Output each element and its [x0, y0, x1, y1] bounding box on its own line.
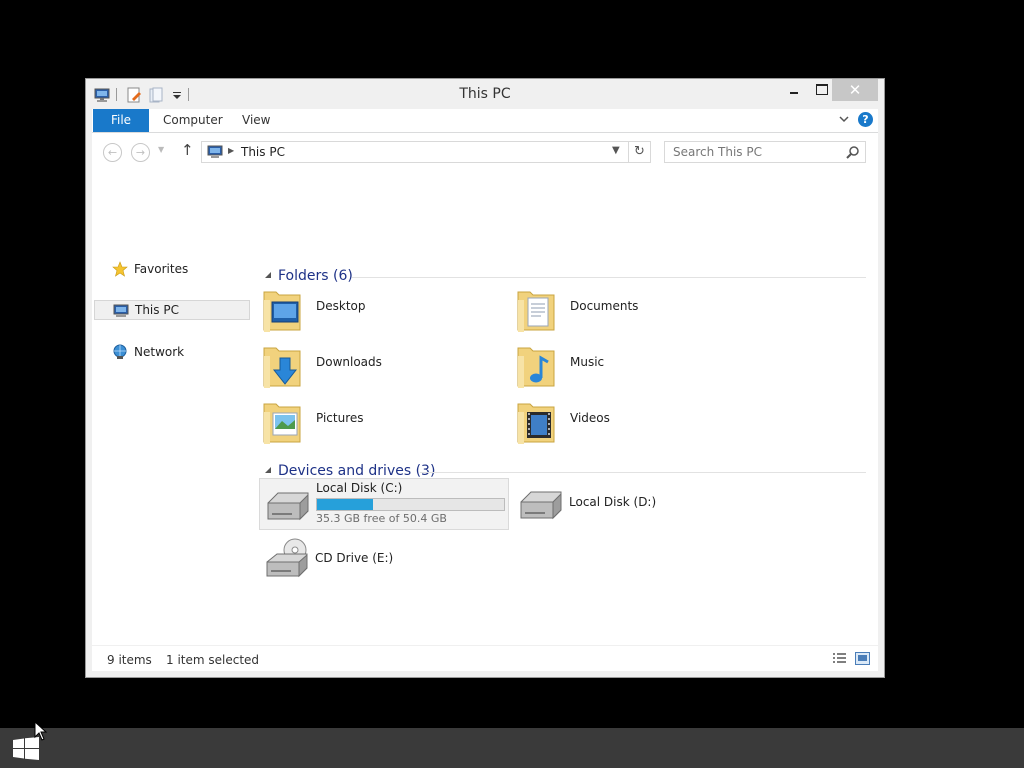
computer-icon [113, 304, 129, 317]
folder-label: Videos [570, 411, 610, 425]
tab-file[interactable]: File [93, 109, 149, 132]
window-title: This PC [459, 86, 511, 102]
forward-button[interactable]: → [131, 143, 150, 162]
folder-label: Desktop [316, 299, 366, 313]
folder-label: Pictures [316, 411, 364, 425]
breadcrumb-separator-icon[interactable]: ▶ [228, 146, 234, 155]
folder-tile-music[interactable]: Music [508, 340, 748, 390]
disk-usage-fill [317, 499, 374, 510]
folder-label: Downloads [316, 355, 382, 369]
help-icon[interactable]: ? [858, 112, 873, 127]
title-bar[interactable]: This PC ✕ [86, 79, 884, 109]
up-arrow-icon[interactable]: ↑ [181, 141, 194, 159]
ribbon: File Computer View ? [92, 109, 878, 133]
hard-disk-icon [520, 491, 562, 520]
tab-view[interactable]: View [242, 109, 270, 132]
disk-free-space: 35.3 GB free of 50.4 GB [316, 512, 447, 525]
sidebar-item-label: Network [134, 345, 185, 359]
folder-tile-documents[interactable]: Documents [508, 284, 748, 334]
refresh-button[interactable]: ↻ [628, 142, 650, 162]
refresh-icon: ↻ [634, 144, 645, 159]
star-icon [112, 261, 128, 277]
mouse-cursor-icon [34, 721, 48, 741]
expand-ribbon-icon[interactable] [838, 113, 850, 125]
sidebar-item-this-pc[interactable]: This PC [94, 300, 250, 320]
large-icons-view-icon[interactable] [855, 652, 870, 665]
forward-arrow-icon: → [135, 146, 146, 159]
address-dropdown-icon[interactable]: ▼ [612, 145, 620, 156]
search-input[interactable]: Search This PC [664, 141, 866, 163]
group-divider [352, 277, 866, 278]
navigation-pane: Favorites This PC Network [92, 171, 252, 645]
downloads-folder-icon [263, 347, 301, 388]
sidebar-item-network[interactable]: Network [94, 342, 250, 362]
selection-count: 1 item selected [166, 653, 260, 667]
drive-label: CD Drive (E:) [315, 551, 394, 565]
tab-computer[interactable]: Computer [163, 109, 223, 132]
folder-label: Documents [570, 299, 639, 313]
main-pane: Folders (6) Desktop Documents Downloads … [254, 171, 878, 645]
address-bar[interactable]: ▶ This PC ▼ ↻ [201, 141, 651, 163]
folder-label: Music [570, 355, 605, 369]
minimize-button[interactable] [780, 79, 808, 101]
search-placeholder: Search This PC [673, 145, 762, 159]
hard-disk-icon [267, 492, 309, 521]
status-bar: 9 items 1 item selected [92, 645, 878, 671]
collapse-arrow-icon[interactable] [265, 467, 271, 473]
taskbar [0, 728, 1024, 768]
drive-label: Local Disk (C:) [316, 481, 403, 495]
collapse-arrow-icon[interactable] [265, 272, 271, 278]
drive-label: Local Disk (D:) [569, 495, 657, 509]
back-button[interactable]: ← [103, 143, 122, 162]
drive-tile-c[interactable]: Local Disk (C:) 35.3 GB free of 50.4 GB [259, 478, 509, 530]
music-folder-icon [517, 347, 555, 388]
folder-tile-downloads[interactable]: Downloads [254, 340, 494, 390]
close-button[interactable]: ✕ [832, 79, 878, 101]
sidebar-item-label: Favorites [134, 262, 189, 276]
folder-tile-videos[interactable]: Videos [508, 396, 748, 446]
content-area: Favorites This PC Network Folders (6) De… [92, 171, 878, 645]
sidebar-item-favorites[interactable]: Favorites [94, 259, 250, 279]
drive-tile-d[interactable]: Local Disk (D:) [513, 478, 763, 530]
maximize-button[interactable] [808, 79, 834, 101]
pictures-folder-icon [263, 403, 301, 444]
back-arrow-icon: ← [107, 146, 118, 159]
details-view-icon[interactable] [832, 652, 847, 665]
navigation-bar: ← → ▼ ↑ ▶ This PC ▼ ↻ Search This PC [92, 133, 878, 171]
cd-drive-icon [266, 538, 308, 578]
computer-icon [207, 145, 223, 158]
network-icon [113, 344, 127, 359]
item-count: 9 items [107, 653, 152, 667]
recent-locations-icon[interactable]: ▼ [158, 145, 164, 154]
folder-tile-pictures[interactable]: Pictures [254, 396, 494, 446]
group-title: Devices and drives (3) [278, 463, 436, 479]
breadcrumb[interactable]: This PC [241, 145, 285, 159]
explorer-window: This PC ✕ File Computer View ? ← → ▼ ↑ ▶… [85, 78, 885, 678]
documents-folder-icon [517, 291, 555, 332]
group-divider [420, 472, 866, 473]
sidebar-item-label: This PC [135, 303, 179, 317]
group-title: Folders (6) [278, 268, 353, 284]
disk-usage-bar [316, 498, 505, 511]
folder-tile-desktop[interactable]: Desktop [254, 284, 494, 334]
drive-tile-e[interactable]: CD Drive (E:) [259, 534, 509, 586]
desktop-folder-icon [263, 291, 301, 332]
videos-folder-icon [517, 403, 555, 444]
search-icon[interactable] [846, 145, 860, 159]
close-icon: ✕ [848, 81, 862, 99]
